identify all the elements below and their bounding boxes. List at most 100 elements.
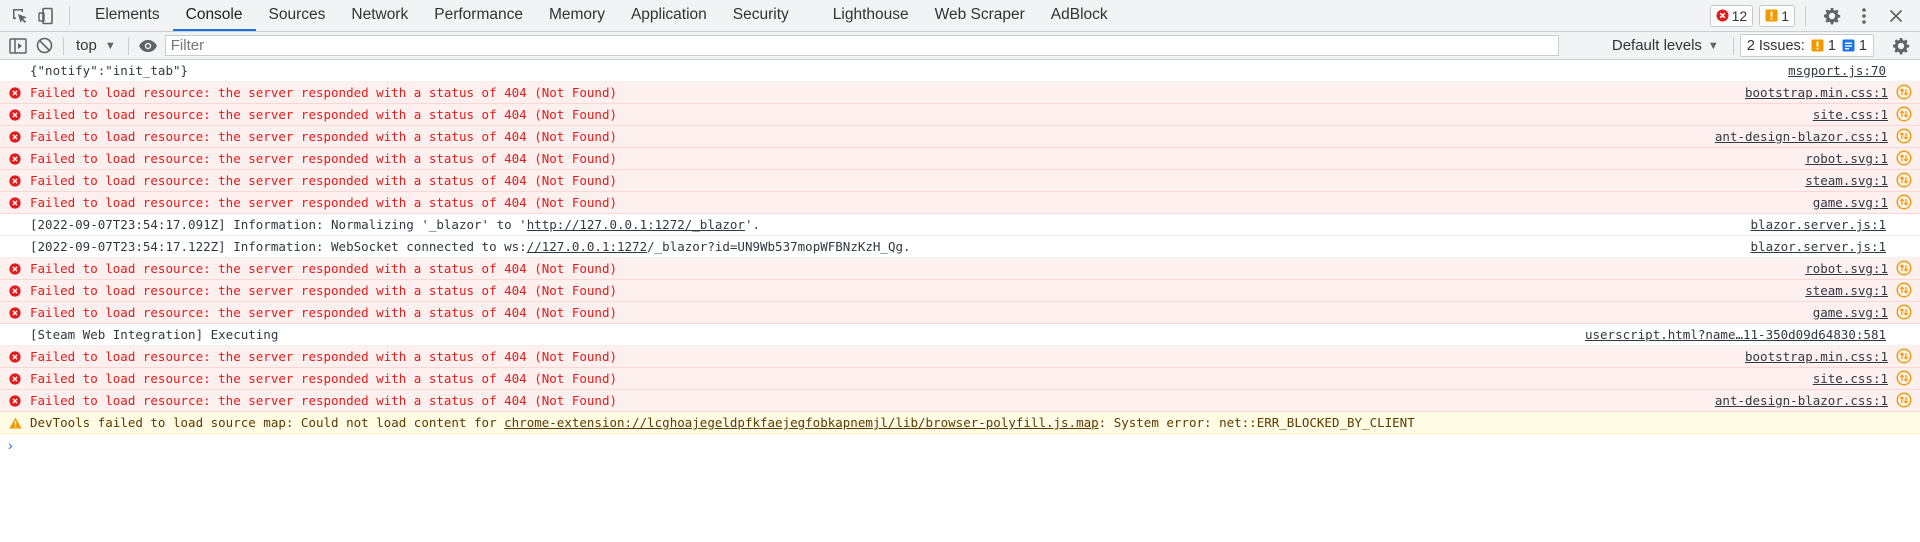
- network-request-icon[interactable]: [1896, 149, 1914, 168]
- error-message-row: Failed to load resource: the server resp…: [0, 126, 1920, 148]
- tab-elements[interactable]: Elements: [82, 0, 173, 31]
- source-link[interactable]: bootstrap.min.css:1: [1745, 349, 1888, 364]
- message-text: Failed to load resource: the server resp…: [30, 173, 1793, 188]
- error-icon: [0, 174, 30, 187]
- network-request-icon[interactable]: [1896, 127, 1914, 146]
- source-link[interactable]: userscript.html?name…11-350d09d64830:581: [1585, 327, 1886, 342]
- source-link[interactable]: site.css:1: [1813, 107, 1888, 122]
- message-link[interactable]: //127.0.0.1:1272: [527, 239, 647, 254]
- source-link[interactable]: blazor.server.js:1: [1751, 217, 1886, 232]
- source-link[interactable]: game.svg:1: [1813, 195, 1888, 210]
- tabbar-right-divider: [1805, 5, 1806, 26]
- warning-count-badge[interactable]: 1: [1759, 4, 1795, 27]
- error-count-badge[interactable]: 12: [1709, 4, 1754, 27]
- clear-console-icon[interactable]: [31, 33, 57, 59]
- source-link[interactable]: game.svg:1: [1813, 305, 1888, 320]
- error-message-row: Failed to load resource: the server resp…: [0, 368, 1920, 390]
- source-link[interactable]: ant-design-blazor.css:1: [1715, 129, 1888, 144]
- message-text: [Steam Web Integration] Executing: [30, 327, 1573, 342]
- error-icon: [0, 306, 30, 319]
- live-expression-eye-icon[interactable]: [135, 33, 161, 59]
- more-options-icon[interactable]: [1852, 7, 1876, 25]
- info-message-row: {"notify":"init_tab"} msgport.js:70: [0, 60, 1920, 82]
- message-fragment: Failed to load resource: the server resp…: [30, 283, 617, 298]
- issues-button[interactable]: 2 Issues: 1 1: [1739, 34, 1874, 57]
- network-request-icon[interactable]: [1896, 171, 1914, 190]
- source-location: site.css:1: [1801, 105, 1920, 124]
- tab-lighthouse[interactable]: Lighthouse: [820, 0, 922, 31]
- tab-network[interactable]: Network: [338, 0, 421, 31]
- error-message-row: Failed to load resource: the server resp…: [0, 170, 1920, 192]
- toolbar-divider: [63, 36, 64, 55]
- network-request-icon[interactable]: [1896, 105, 1914, 124]
- source-location: site.css:1: [1801, 369, 1920, 388]
- source-location: robot.svg:1: [1793, 149, 1920, 168]
- network-request-icon[interactable]: [1896, 281, 1914, 300]
- source-link[interactable]: robot.svg:1: [1805, 151, 1888, 166]
- source-link[interactable]: robot.svg:1: [1805, 261, 1888, 276]
- console-settings-gear-icon[interactable]: [1888, 37, 1914, 55]
- show-sidebar-icon[interactable]: [5, 33, 31, 59]
- warning-count: 1: [1781, 7, 1789, 24]
- network-request-icon[interactable]: [1896, 193, 1914, 212]
- message-fragment: Failed to load resource: the server resp…: [30, 129, 617, 144]
- source-link[interactable]: site.css:1: [1813, 371, 1888, 386]
- issues-label: 2 Issues:: [1746, 37, 1805, 54]
- inspect-element-icon[interactable]: [7, 0, 33, 31]
- tab-console[interactable]: Console: [172, 0, 256, 31]
- message-text: Failed to load resource: the server resp…: [30, 305, 1801, 320]
- message-fragment: Failed to load resource: the server resp…: [30, 349, 617, 364]
- console-prompt[interactable]: ›: [0, 434, 1920, 456]
- device-toolbar-icon[interactable]: [33, 0, 59, 31]
- network-request-icon[interactable]: [1896, 83, 1914, 102]
- message-fragment: Failed to load resource: the server resp…: [30, 151, 617, 166]
- message-fragment: Failed to load resource: the server resp…: [30, 371, 617, 386]
- tab-security[interactable]: Security: [720, 0, 802, 31]
- network-request-icon[interactable]: [1896, 347, 1914, 366]
- warning-message-icon: [1765, 9, 1778, 22]
- tab-application[interactable]: Application: [618, 0, 720, 31]
- tab-web-scraper[interactable]: Web Scraper: [922, 0, 1038, 31]
- issues-info-count: 1: [1858, 37, 1867, 54]
- tab-memory[interactable]: Memory: [536, 0, 618, 31]
- network-request-icon[interactable]: [1896, 369, 1914, 388]
- source-link[interactable]: bootstrap.min.css:1: [1745, 85, 1888, 100]
- network-request-icon[interactable]: [1896, 259, 1914, 278]
- tabbar-divider: [69, 6, 70, 25]
- source-link[interactable]: ant-design-blazor.css:1: [1715, 393, 1888, 408]
- source-location: steam.svg:1: [1793, 281, 1920, 300]
- error-message-row: Failed to load resource: the server resp…: [0, 192, 1920, 214]
- message-text: DevTools failed to load source map: Coul…: [30, 415, 1920, 430]
- network-request-icon[interactable]: [1896, 391, 1914, 410]
- panel-tabs: Elements Console Sources Network Performance…: [82, 0, 1121, 31]
- source-link[interactable]: steam.svg:1: [1805, 283, 1888, 298]
- levels-label: Default levels: [1611, 37, 1702, 54]
- error-message-row: Failed to load resource: the server resp…: [0, 390, 1920, 412]
- message-text: Failed to load resource: the server resp…: [30, 283, 1793, 298]
- tab-adblock[interactable]: AdBlock: [1038, 0, 1121, 31]
- source-link[interactable]: msgport.js:70: [1788, 63, 1886, 78]
- source-link[interactable]: steam.svg:1: [1805, 173, 1888, 188]
- filter-input[interactable]: [164, 35, 1559, 56]
- network-request-icon[interactable]: [1896, 303, 1914, 322]
- log-levels-dropdown[interactable]: Default levels ▼: [1604, 37, 1727, 54]
- tab-performance[interactable]: Performance: [421, 0, 536, 31]
- source-link[interactable]: blazor.server.js:1: [1751, 239, 1886, 254]
- message-text: [2022-09-07T23:54:17.091Z] Information: …: [30, 217, 1739, 232]
- error-count: 12: [1731, 7, 1748, 24]
- message-fragment: [Steam Web Integration] Executing: [30, 327, 279, 342]
- message-link[interactable]: chrome-extension://lcghoajegeldpfkfaejeg…: [504, 415, 1099, 430]
- issue-info-icon: [1842, 39, 1855, 52]
- message-fragment: /_blazor?id=UN9Wb537mopWFBNzKzH_Qg.: [647, 239, 911, 254]
- message-fragment: {"notify":"init_tab"}: [30, 63, 189, 78]
- tab-sources[interactable]: Sources: [256, 0, 339, 31]
- source-location: steam.svg:1: [1793, 171, 1920, 190]
- close-devtools-icon[interactable]: [1884, 9, 1908, 23]
- toolbar-divider: [1732, 36, 1734, 55]
- message-fragment: Failed to load resource: the server resp…: [30, 393, 617, 408]
- message-link[interactable]: http://127.0.0.1:1272/_blazor: [527, 217, 745, 232]
- source-location: msgport.js:70: [1776, 63, 1920, 78]
- settings-gear-icon[interactable]: [1820, 7, 1844, 25]
- context-selector[interactable]: top ▼: [70, 37, 122, 54]
- prompt-chevron-icon: ›: [8, 437, 13, 453]
